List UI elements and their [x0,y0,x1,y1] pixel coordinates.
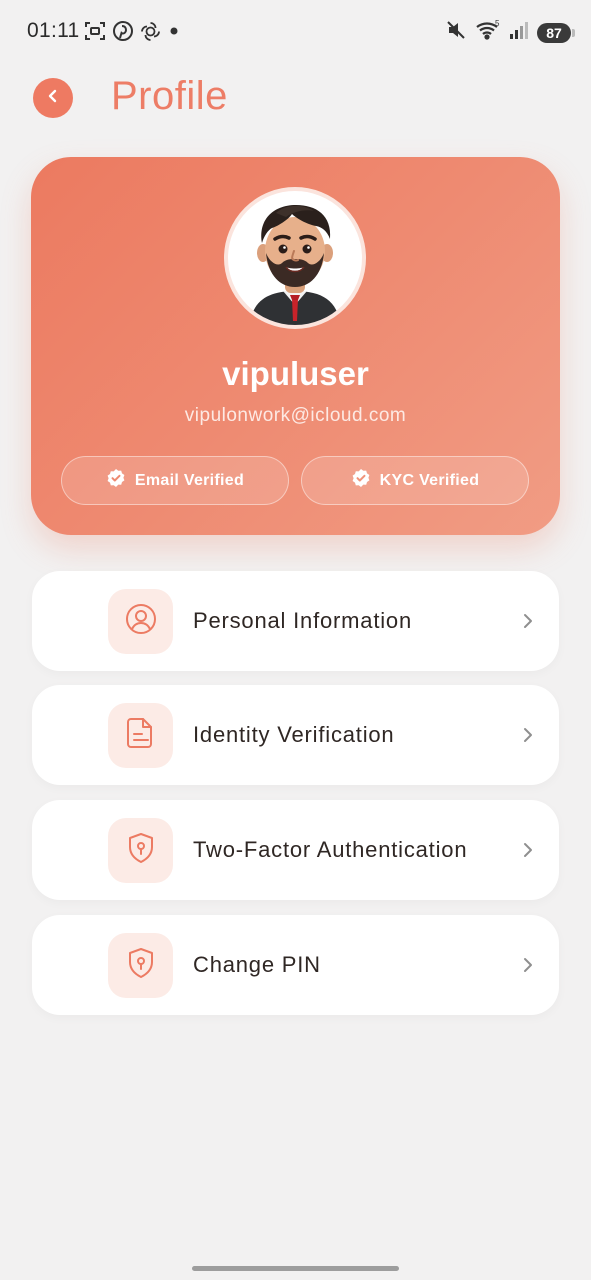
kyc-verified-label: KYC Verified [379,471,480,489]
menu-label-change-pin: Change PIN [193,952,321,977]
profile-username: vipuluser [222,355,369,392]
status-bar: 01:11 5 87 [0,0,591,62]
status-notification-icons [84,20,180,42]
back-button[interactable] [33,78,73,118]
verified-check-icon [106,468,126,493]
menu-icon-container [108,818,173,883]
user-circle-icon [124,602,158,641]
screenshot-icon [84,20,106,42]
email-verified-badge: Email Verified [61,456,289,505]
menu-item-two-factor-authentication[interactable]: Two-Factor Authentication [32,800,559,900]
profile-email: vipulonwork@icloud.com [184,405,407,426]
profile-card: vipuluser vipulonwork@icloud.com Email V… [31,157,560,535]
document-icon [125,716,157,755]
email-verified-label: Email Verified [134,471,245,489]
verified-check-icon [351,468,371,493]
shield-keyhole-icon [125,831,157,870]
menu-icon-container [108,933,173,998]
chevron-right-icon [523,612,533,635]
menu-icon-container [108,703,173,768]
avatar[interactable] [224,187,366,329]
chevron-right-icon [523,956,533,979]
openai-icon [140,21,161,42]
page-title: Profile [111,74,228,118]
header: Profile [0,70,591,126]
signal-icon [509,20,529,45]
menu-item-change-pin[interactable]: Change PIN [32,915,559,1015]
status-time: 01:11 [27,19,80,42]
wifi-icon: 5 [475,19,501,46]
menu-item-identity-verification[interactable]: Identity Verification [32,685,559,785]
chevron-right-icon [523,726,533,749]
menu-label-personal-information: Personal Information [193,608,412,633]
menu-icon-container [108,589,173,654]
shield-keyhole-icon [125,946,157,985]
chevron-left-icon [45,88,61,109]
chevron-right-icon [523,841,533,864]
kyc-verified-badge: KYC Verified [301,456,529,505]
menu-label-identity-verification: Identity Verification [193,722,395,747]
menu-label-two-factor-authentication: Two-Factor Authentication [193,837,468,862]
pinterest-icon [113,21,133,41]
svg-text:5: 5 [495,19,500,28]
dot-icon [168,21,180,41]
menu-item-personal-information[interactable]: Personal Information [32,571,559,671]
avatar-illustration [250,205,340,325]
battery-icon: 87 [537,22,575,43]
mute-icon [445,19,467,46]
home-indicator[interactable] [192,1266,399,1271]
status-system-icons: 5 87 [445,19,575,46]
